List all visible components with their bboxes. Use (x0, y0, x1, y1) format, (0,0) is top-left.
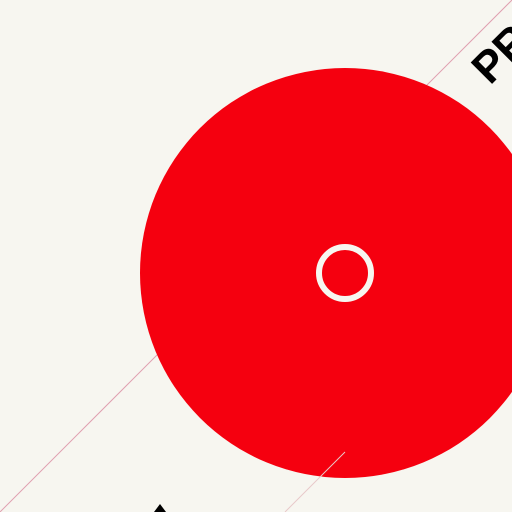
canvas: PR (0, 0, 512, 512)
scene-graphic: PR (0, 0, 512, 512)
